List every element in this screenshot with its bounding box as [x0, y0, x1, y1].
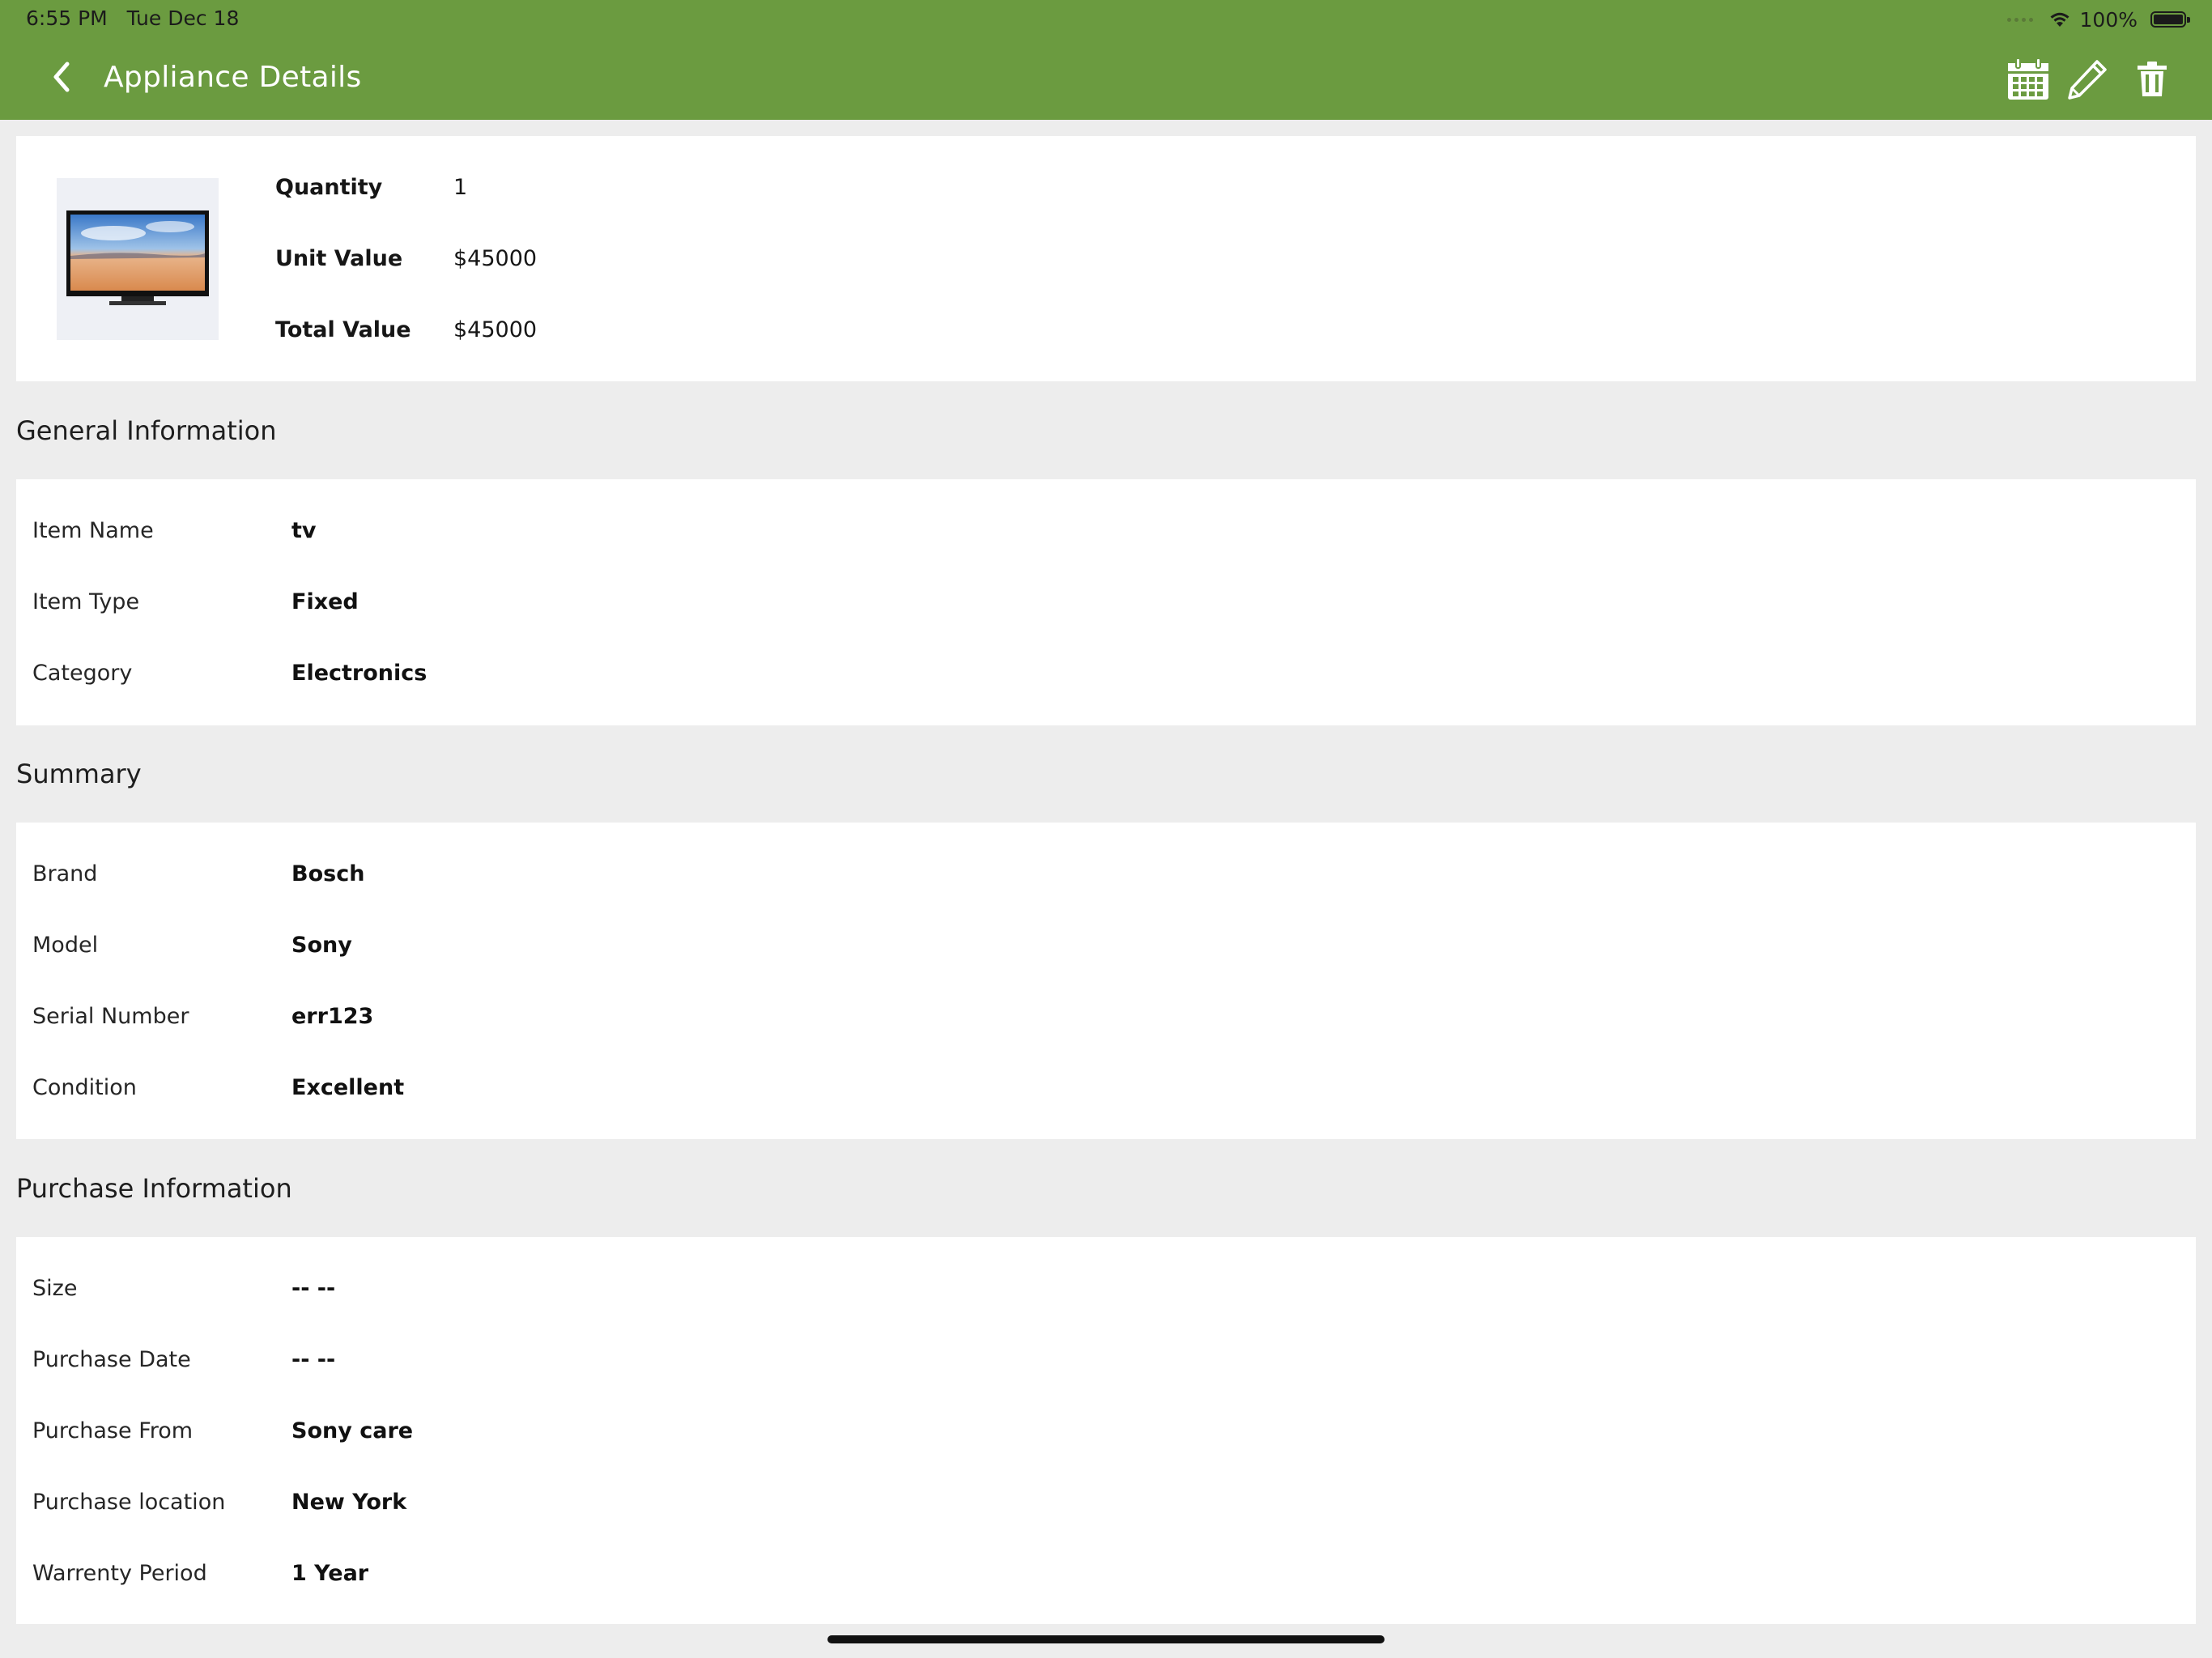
row-label: Brand	[32, 861, 98, 886]
summary-section-title: Summary	[16, 759, 142, 789]
unit-value-label: Unit Value	[275, 246, 403, 271]
row-label: Condition	[32, 1075, 137, 1100]
battery-icon	[2150, 11, 2190, 28]
row-value: 1 Year	[291, 1561, 369, 1586]
row-label: Purchase From	[32, 1418, 194, 1443]
row-value: -- --	[291, 1347, 336, 1372]
row-label: Purchase Date	[32, 1347, 191, 1372]
condition-row: Condition Excellent	[16, 1068, 2196, 1108]
pencil-icon	[2068, 60, 2107, 100]
row-value: -- --	[291, 1276, 336, 1301]
serial-number-row: Serial Number err123	[16, 997, 2196, 1037]
total-value-label: Total Value	[275, 317, 411, 342]
general-section-title: General Information	[16, 415, 277, 446]
row-value: Sony care	[291, 1418, 414, 1443]
signal-icon	[2006, 17, 2033, 22]
row-value: Excellent	[291, 1075, 405, 1100]
size-row: Size -- --	[16, 1269, 2196, 1309]
home-indicator[interactable]	[827, 1635, 1385, 1643]
status-time: 6:55 PM Tue Dec 18	[26, 6, 240, 30]
quantity-label: Quantity	[275, 175, 383, 200]
row-value: tv	[291, 518, 317, 543]
chevron-left-icon	[53, 62, 70, 92]
model-row: Model Sony	[16, 925, 2196, 966]
row-value: Electronics	[291, 661, 428, 686]
purchase-from-row: Purchase From Sony care	[16, 1411, 2196, 1452]
item-type-row: Item Type Fixed	[16, 582, 2196, 623]
wifi-icon	[2050, 12, 2069, 27]
brand-row: Brand Bosch	[16, 854, 2196, 895]
row-label: Item Name	[32, 518, 154, 543]
row-label: Size	[32, 1276, 78, 1301]
row-label: Purchase location	[32, 1490, 226, 1515]
row-value: Bosch	[291, 861, 365, 886]
purchase-location-row: Purchase location New York	[16, 1482, 2196, 1523]
edit-button[interactable]	[2063, 55, 2112, 104]
back-button[interactable]	[44, 57, 79, 97]
purchase-card: Size -- -- Purchase Date -- -- Purchase …	[16, 1237, 2196, 1624]
row-label: Model	[32, 933, 99, 958]
calendar-icon	[2008, 57, 2048, 100]
calendar-button[interactable]	[2004, 55, 2052, 104]
row-label: Item Type	[32, 589, 140, 614]
status-indicators: 100%	[2006, 6, 2190, 32]
quantity-value: 1	[453, 175, 468, 200]
item-name-row: Item Name tv	[16, 511, 2196, 551]
tv-image	[66, 210, 209, 305]
page-title: Appliance Details	[104, 61, 362, 94]
delete-button[interactable]	[2128, 55, 2176, 104]
row-label: Serial Number	[32, 1004, 189, 1029]
trash-icon	[2138, 62, 2167, 96]
battery-percent: 100%	[2079, 7, 2138, 32]
row-value: err123	[291, 1004, 374, 1029]
summary-card: Brand Bosch Model Sony Serial Number err…	[16, 823, 2196, 1139]
unit-value-value: $45000	[453, 246, 538, 271]
total-value-value: $45000	[453, 317, 538, 342]
purchase-section-title: Purchase Information	[16, 1173, 292, 1204]
warranty-period-row: Warrenty Period 1 Year	[16, 1554, 2196, 1594]
item-image	[57, 178, 219, 340]
app-header: 6:55 PM Tue Dec 18 100% Appliance Detail…	[0, 0, 2212, 120]
row-value: New York	[291, 1490, 407, 1515]
general-card: Item Name tv Item Type Fixed Category El…	[16, 479, 2196, 725]
overview-card: Quantity 1 Unit Value $45000 Total Value…	[16, 136, 2196, 381]
row-value: Fixed	[291, 589, 359, 614]
row-label: Warrenty Period	[32, 1561, 207, 1586]
purchase-date-row: Purchase Date -- --	[16, 1340, 2196, 1380]
category-row: Category Electronics	[16, 653, 2196, 694]
row-value: Sony	[291, 933, 352, 958]
row-label: Category	[32, 661, 133, 686]
